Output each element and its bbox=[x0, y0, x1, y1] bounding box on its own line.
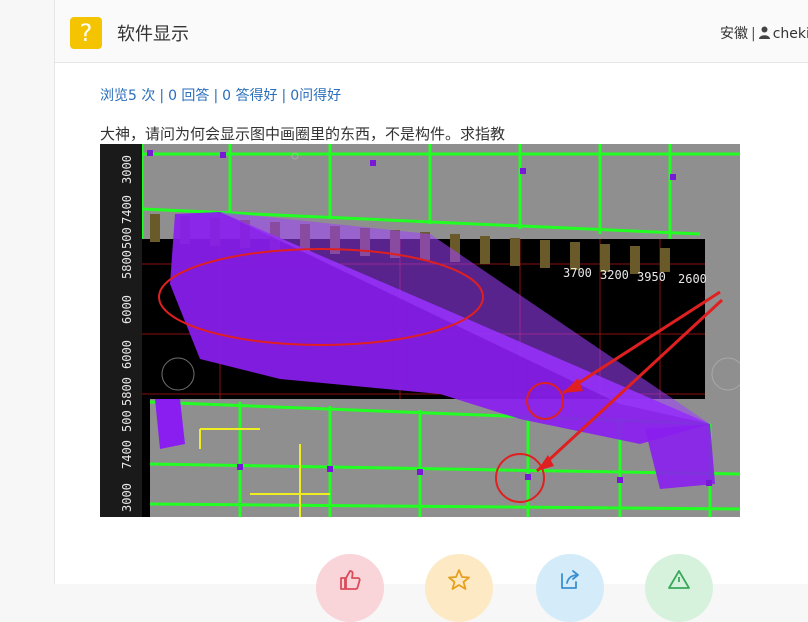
share-icon bbox=[561, 570, 579, 589]
location-label: 安徽 bbox=[720, 26, 748, 42]
divider: | bbox=[751, 26, 756, 42]
views-count: 浏览5 次 bbox=[100, 88, 156, 104]
good-answers-count[interactable]: 0 答得好 bbox=[222, 88, 277, 104]
thumbs-up-icon bbox=[340, 570, 361, 590]
question-mark-icon: ? bbox=[70, 17, 102, 49]
dimension-label: 500 bbox=[120, 410, 134, 432]
dimension-label: 3950 bbox=[637, 270, 666, 284]
question-page: ? 软件显示 安徽 | cheki 浏览5 次 | 0 回答 | 0 答得好 | 0问得好 大神… bbox=[54, 0, 808, 622]
like-button[interactable] bbox=[316, 554, 384, 622]
dimension-label: 3700 bbox=[563, 266, 592, 280]
user-icon bbox=[758, 26, 770, 39]
dimension-label: 3200 bbox=[600, 268, 629, 282]
question-image[interactable]: 3700 3200 3950 2600 3000 7400 500 5800 6… bbox=[100, 144, 740, 517]
dimension-label: 6000 bbox=[120, 340, 134, 369]
question-header: ? 软件显示 安徽 | cheki bbox=[55, 0, 808, 63]
dimension-label: 2600 bbox=[678, 272, 707, 286]
software-screenshot-svg: 3700 3200 3950 2600 3000 7400 500 5800 6… bbox=[100, 144, 740, 517]
dimension-label: 500 bbox=[120, 227, 134, 249]
author-info: 安徽 | cheki bbox=[720, 23, 808, 43]
dimension-label: 5800 bbox=[120, 377, 134, 406]
answers-count[interactable]: 0 回答 bbox=[168, 88, 209, 104]
question-body: 大神，请问为何会显示图中画圈里的东西，不是构件。求指教 bbox=[100, 125, 506, 143]
report-button[interactable] bbox=[645, 554, 713, 622]
dimension-label: 3000 bbox=[120, 483, 134, 512]
dimension-label: 6000 bbox=[120, 295, 134, 324]
share-button[interactable] bbox=[536, 554, 604, 622]
action-bar bbox=[55, 548, 808, 622]
star-icon bbox=[448, 569, 470, 590]
page-title: 软件显示 bbox=[117, 24, 189, 45]
dimension-label: 7400 bbox=[120, 440, 134, 469]
dimension-label: 5800 bbox=[120, 250, 134, 279]
question-stats: 浏览5 次 | 0 回答 | 0 答得好 | 0问得好 bbox=[100, 88, 342, 104]
dimension-label: 3000 bbox=[120, 155, 134, 184]
good-questions-count[interactable]: 0问得好 bbox=[290, 88, 341, 104]
username-link[interactable]: cheki bbox=[773, 26, 808, 42]
favorite-button[interactable] bbox=[425, 554, 493, 622]
warning-icon bbox=[668, 570, 690, 589]
dimension-label: 7400 bbox=[120, 195, 134, 224]
